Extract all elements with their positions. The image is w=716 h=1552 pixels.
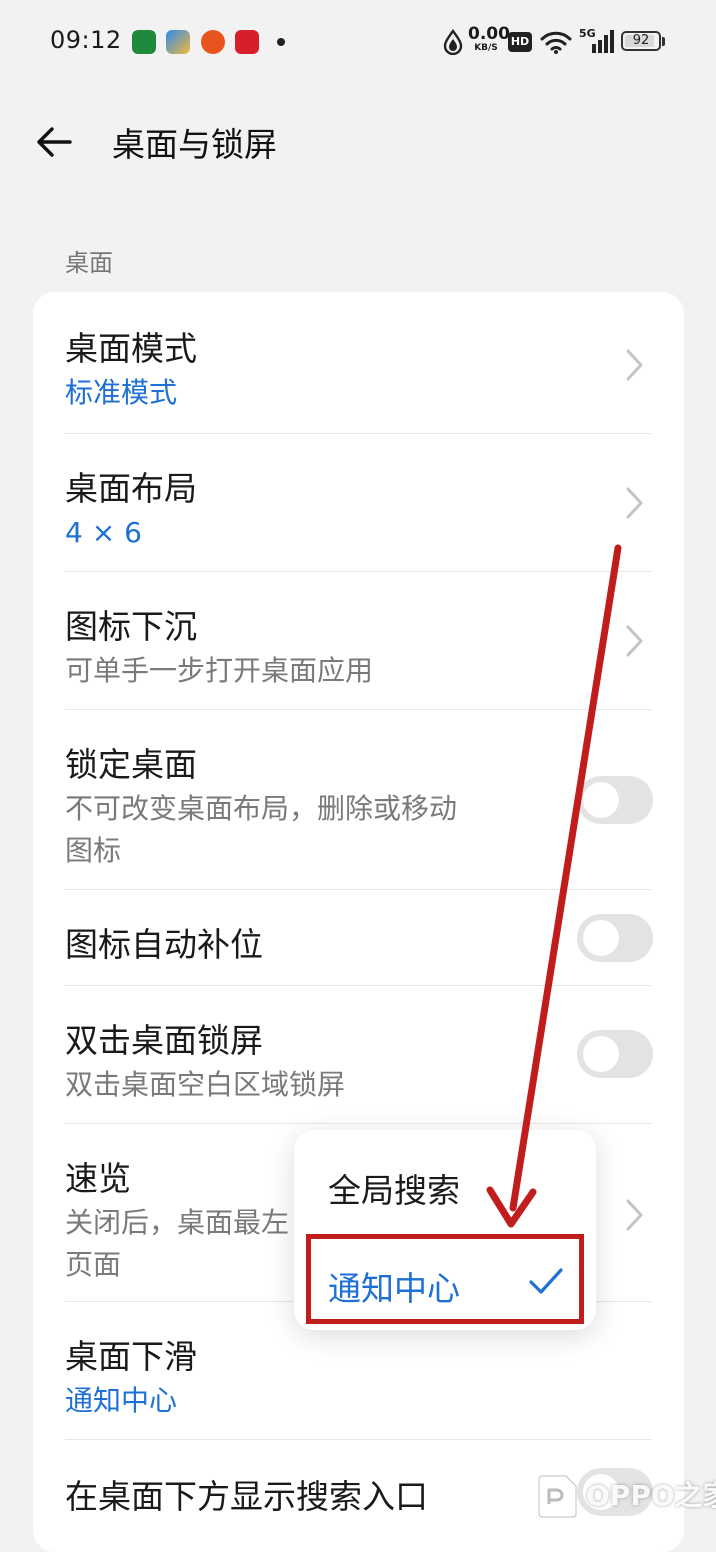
signal-icon <box>592 30 614 53</box>
battery-tip <box>662 37 665 46</box>
hd-badge: HD <box>508 32 532 52</box>
auto-fill-row: 图标自动补位 <box>33 890 684 986</box>
preview-desc-line1: 关闭后，桌面最左 <box>65 1206 290 1239</box>
show-search-title: 在桌面下方显示搜索入口 <box>65 1477 428 1516</box>
toggle-knob <box>583 1036 619 1072</box>
toggle-knob <box>583 782 619 818</box>
network-speed: 0.00 KB/S <box>468 24 510 53</box>
highlight-box <box>306 1234 584 1324</box>
lock-desktop-title: 锁定桌面 <box>65 745 197 784</box>
auto-fill-title: 图标自动补位 <box>65 925 263 964</box>
popup-option-label: 全局搜索 <box>328 1171 460 1210</box>
watermark-text: OPPO之家 <box>586 1479 716 1512</box>
chevron-right-icon <box>626 1199 643 1231</box>
icon-sink-desc: 可单手一步打开桌面应用 <box>65 654 374 687</box>
settings-card: 桌面模式 标准模式 桌面布局 4 × 6 图标下沉 可单手一步打开桌面应用 锁定… <box>33 292 684 1552</box>
lock-desktop-toggle[interactable] <box>577 776 653 824</box>
wifi-icon <box>540 31 572 54</box>
watermark-icon <box>538 1475 577 1518</box>
double-tap-lock-toggle[interactable] <box>577 1030 653 1078</box>
desktop-layout-title: 桌面布局 <box>65 469 197 508</box>
notification-dot <box>277 38 285 46</box>
preview-title: 速览 <box>65 1159 131 1198</box>
double-tap-lock-row: 双击桌面锁屏 双击桌面空白区域锁屏 <box>33 986 684 1124</box>
status-time: 09:12 <box>50 26 122 54</box>
chevron-right-icon <box>626 487 643 519</box>
oppo-app-icon <box>132 30 156 54</box>
double-tap-lock-title: 双击桌面锁屏 <box>65 1021 263 1060</box>
network-speed-value: 0.00 <box>468 24 510 44</box>
watermark-logo: OPPO之家 <box>536 1462 716 1532</box>
lock-desktop-desc-line2: 图标 <box>65 834 122 867</box>
red-app-icon <box>235 30 259 54</box>
desktop-mode-row[interactable]: 桌面模式 标准模式 <box>33 292 684 434</box>
back-arrow-icon <box>37 127 72 157</box>
desktop-layout-value: 4 × 6 <box>65 516 142 549</box>
status-bar: 09:12 0.00 KB/S HD 5G 92 <box>0 0 716 84</box>
preview-desc-line2: 页面 <box>65 1248 122 1281</box>
lock-desktop-desc-line1: 不可改变桌面布局，删除或移动 <box>65 792 458 825</box>
section-label-desktop: 桌面 <box>65 249 113 277</box>
basketball-app-icon <box>201 30 225 54</box>
popup-option-global-search[interactable]: 全局搜索 <box>294 1134 596 1234</box>
chevron-right-icon <box>626 349 643 381</box>
double-tap-lock-desc: 双击桌面空白区域锁屏 <box>65 1068 346 1101</box>
network-speed-unit: KB/S <box>474 43 498 53</box>
desktop-mode-title: 桌面模式 <box>65 329 197 368</box>
chevron-right-icon <box>626 625 643 657</box>
gallery-app-icon <box>166 30 190 54</box>
swipe-down-value: 通知中心 <box>65 1384 178 1417</box>
data-saver-icon <box>443 29 463 55</box>
desktop-mode-value: 标准模式 <box>65 376 178 409</box>
icon-sink-title: 图标下沉 <box>65 607 197 646</box>
toggle-knob <box>583 920 619 956</box>
back-button[interactable] <box>34 120 78 164</box>
battery-icon: 92 <box>621 31 661 51</box>
battery-level: 92 <box>632 33 650 48</box>
page-title: 桌面与锁屏 <box>112 125 277 164</box>
auto-fill-toggle[interactable] <box>577 914 653 962</box>
swipe-down-title: 桌面下滑 <box>65 1337 197 1376</box>
icon-sink-row[interactable]: 图标下沉 可单手一步打开桌面应用 <box>33 572 684 710</box>
desktop-layout-row[interactable]: 桌面布局 4 × 6 <box>33 434 684 572</box>
lock-desktop-row: 锁定桌面 不可改变桌面布局，删除或移动 图标 <box>33 710 684 890</box>
